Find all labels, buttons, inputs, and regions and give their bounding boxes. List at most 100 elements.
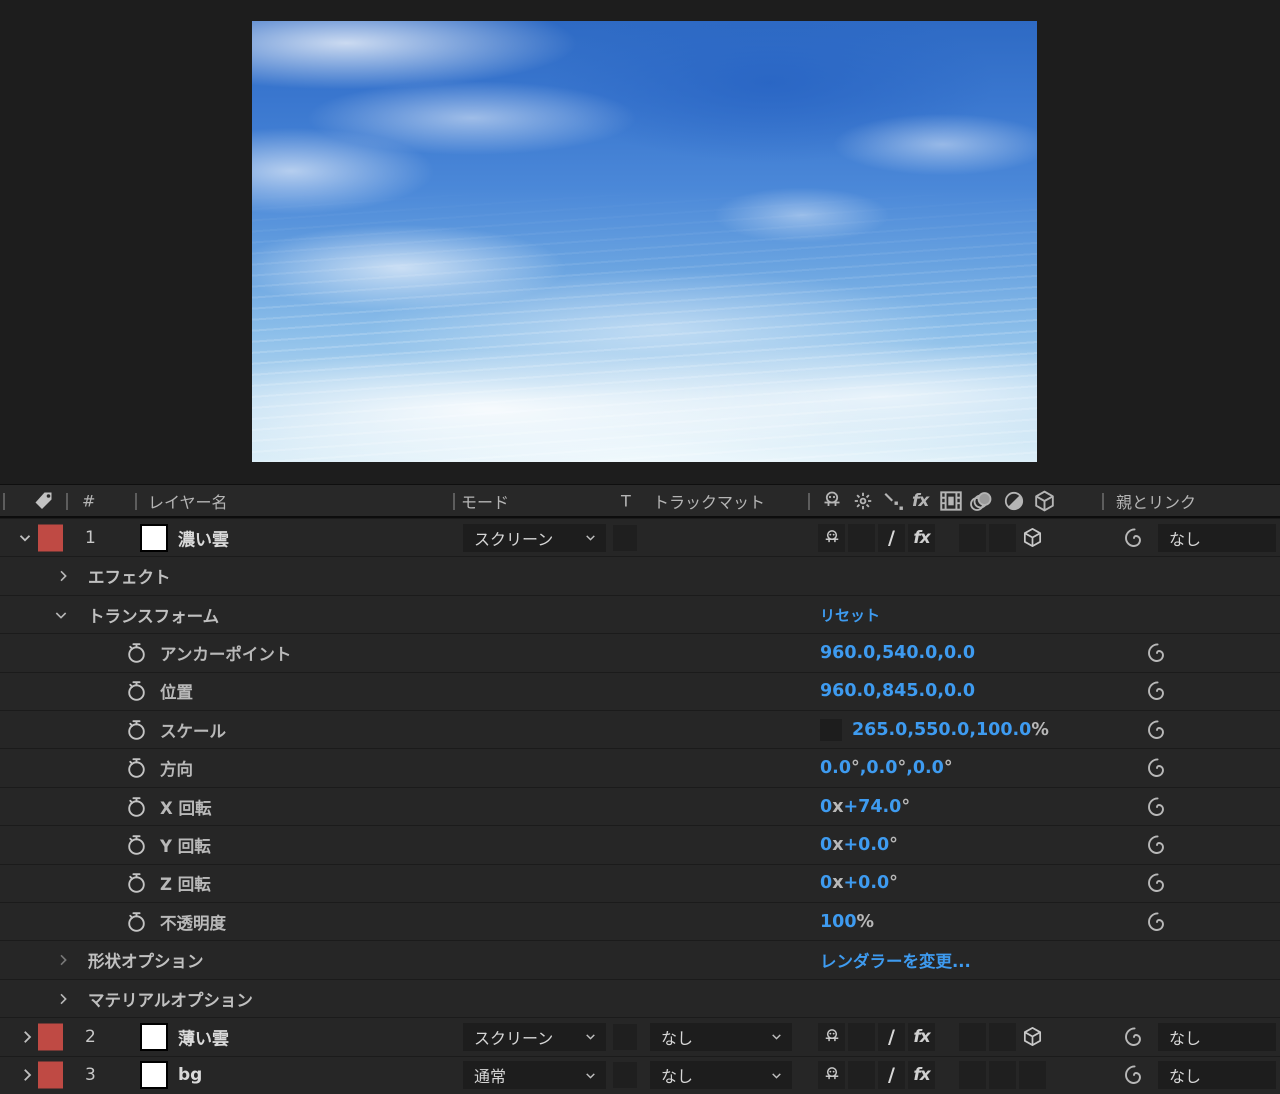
- parent-dropdown[interactable]: なし: [1158, 1023, 1276, 1051]
- frame-blend-switch[interactable]: [959, 524, 986, 552]
- layer-name[interactable]: 薄い雲: [178, 1024, 229, 1049]
- parent-dropdown[interactable]: なし: [1158, 524, 1276, 552]
- property-pickwhip-icon[interactable]: [1145, 718, 1169, 742]
- z-rotation-value[interactable]: 0x+0.0°: [820, 873, 898, 893]
- layer-thumbnail[interactable]: [140, 1061, 168, 1089]
- quality-switch[interactable]: /: [878, 524, 905, 552]
- column-number[interactable]: #: [82, 491, 95, 510]
- preserve-transparency-toggle[interactable]: [613, 525, 637, 551]
- motion-blur-switch[interactable]: [989, 1061, 1016, 1089]
- label-color-column-icon[interactable]: [32, 489, 56, 513]
- chevron-right-icon[interactable]: [18, 1028, 36, 1046]
- scale-label[interactable]: スケール: [160, 718, 226, 742]
- parent-dropdown[interactable]: なし: [1158, 1061, 1276, 1089]
- parent-pickwhip-icon[interactable]: [1122, 1025, 1146, 1049]
- column-layer-name[interactable]: レイヤー名: [148, 489, 228, 513]
- property-pickwhip-icon[interactable]: [1145, 641, 1169, 665]
- layer-name[interactable]: bg: [178, 1065, 202, 1085]
- effects-switch[interactable]: fx: [908, 1061, 935, 1089]
- stopwatch-icon[interactable]: [124, 717, 149, 742]
- constrain-proportions-toggle[interactable]: [820, 719, 842, 741]
- property-pickwhip-icon[interactable]: [1145, 679, 1169, 703]
- effects-group-label[interactable]: エフェクト: [88, 564, 171, 588]
- x-rotation-label[interactable]: X 回転: [160, 795, 211, 819]
- preserve-transparency-toggle[interactable]: [613, 1024, 637, 1050]
- blend-mode-dropdown[interactable]: 通常: [463, 1061, 606, 1089]
- track-matte-dropdown[interactable]: なし: [650, 1023, 792, 1051]
- 3d-layer-column-icon[interactable]: [1032, 488, 1057, 513]
- layer-label-color[interactable]: [38, 1023, 63, 1050]
- property-pickwhip-icon[interactable]: [1145, 871, 1169, 895]
- effects-column-icon[interactable]: fx: [912, 491, 928, 511]
- 3d-layer-switch[interactable]: [1019, 1023, 1046, 1051]
- stopwatch-icon[interactable]: [124, 832, 149, 857]
- layer-row-3[interactable]: 3 bg 通常 なし / fx: [0, 1056, 1280, 1094]
- collapse-switch[interactable]: [848, 1023, 875, 1051]
- property-pickwhip-icon[interactable]: [1145, 833, 1169, 857]
- chevron-right-icon[interactable]: [18, 1066, 36, 1084]
- shy-switch[interactable]: [818, 524, 845, 552]
- parent-pickwhip-icon[interactable]: [1122, 1063, 1146, 1087]
- property-pickwhip-icon[interactable]: [1145, 910, 1169, 934]
- motion-blur-switch[interactable]: [989, 524, 1016, 552]
- material-options-label[interactable]: マテリアルオプション: [88, 987, 253, 1011]
- opacity-label[interactable]: 不透明度: [160, 910, 226, 934]
- stopwatch-icon[interactable]: [124, 679, 149, 704]
- position-value[interactable]: 960.0,845.0,0.0: [820, 681, 975, 701]
- property-pickwhip-icon[interactable]: [1145, 795, 1169, 819]
- layer-name[interactable]: 濃い雲: [178, 525, 229, 550]
- 3d-layer-switch[interactable]: [1019, 1061, 1046, 1089]
- preserve-transparency-toggle[interactable]: [613, 1062, 637, 1088]
- motion-blur-switch[interactable]: [989, 1023, 1016, 1051]
- column-mode[interactable]: モード: [461, 489, 509, 513]
- frame-blend-switch[interactable]: [959, 1023, 986, 1051]
- stopwatch-icon[interactable]: [124, 794, 149, 819]
- column-track-matte[interactable]: トラックマット: [653, 489, 765, 513]
- blend-mode-dropdown[interactable]: スクリーン: [463, 524, 606, 552]
- scale-value[interactable]: 265.0,550.0,100.0%: [852, 720, 1049, 740]
- anchor-point-label[interactable]: アンカーポイント: [160, 641, 291, 665]
- position-row[interactable]: 位置 960.0,845.0,0.0: [0, 672, 1280, 710]
- z-rotation-label[interactable]: Z 回転: [160, 871, 211, 895]
- x-rotation-row[interactable]: X 回転 0x+74.0°: [0, 787, 1280, 825]
- shy-column-icon[interactable]: [820, 489, 844, 513]
- collapse-switch[interactable]: [848, 1061, 875, 1089]
- chevron-right-icon[interactable]: [55, 952, 71, 968]
- chevron-down-icon[interactable]: [53, 607, 69, 623]
- blend-mode-dropdown[interactable]: スクリーン: [463, 1023, 606, 1051]
- change-renderer-link[interactable]: レンダラーを変更...: [820, 948, 971, 972]
- orientation-label[interactable]: 方向: [160, 756, 193, 780]
- stopwatch-icon[interactable]: [124, 871, 149, 896]
- quality-column-icon[interactable]: [882, 489, 906, 513]
- motion-blur-column-icon[interactable]: [968, 488, 996, 514]
- layer-label-color[interactable]: [38, 1062, 63, 1089]
- chevron-down-icon[interactable]: [16, 529, 34, 547]
- orientation-row[interactable]: 方向 0.0°,0.0°,0.0°: [0, 748, 1280, 786]
- layer-row-2[interactable]: 2 薄い雲 スクリーン なし / fx: [0, 1017, 1280, 1055]
- chevron-right-icon[interactable]: [55, 991, 71, 1007]
- z-rotation-row[interactable]: Z 回転 0x+0.0°: [0, 864, 1280, 902]
- column-parent-link[interactable]: 親とリンク: [1116, 489, 1196, 513]
- chevron-right-icon[interactable]: [55, 568, 71, 584]
- y-rotation-label[interactable]: Y 回転: [160, 833, 211, 857]
- orientation-value[interactable]: 0.0°,0.0°,0.0°: [820, 758, 953, 778]
- collapse-transformations-column-icon[interactable]: [852, 490, 874, 512]
- position-label[interactable]: 位置: [160, 679, 193, 703]
- parent-pickwhip-icon[interactable]: [1122, 526, 1146, 550]
- 3d-layer-switch[interactable]: [1019, 524, 1046, 552]
- transform-group-label[interactable]: トランスフォーム: [88, 603, 219, 627]
- column-t[interactable]: T: [621, 491, 631, 510]
- transform-group-row[interactable]: トランスフォーム リセット: [0, 595, 1280, 633]
- reset-link[interactable]: リセット: [820, 604, 880, 625]
- stopwatch-icon[interactable]: [124, 756, 149, 781]
- material-options-row[interactable]: マテリアルオプション: [0, 979, 1280, 1017]
- anchor-point-value[interactable]: 960.0,540.0,0.0: [820, 643, 975, 663]
- shy-switch[interactable]: [818, 1023, 845, 1051]
- x-rotation-value[interactable]: 0x+74.0°: [820, 797, 910, 817]
- layer-thumbnail[interactable]: [140, 524, 168, 552]
- scale-row[interactable]: スケール 265.0,550.0,100.0%: [0, 710, 1280, 748]
- effects-group-row[interactable]: エフェクト: [0, 556, 1280, 594]
- anchor-point-row[interactable]: アンカーポイント 960.0,540.0,0.0: [0, 633, 1280, 671]
- frame-blend-column-icon[interactable]: [938, 488, 964, 514]
- stopwatch-icon[interactable]: [124, 909, 149, 934]
